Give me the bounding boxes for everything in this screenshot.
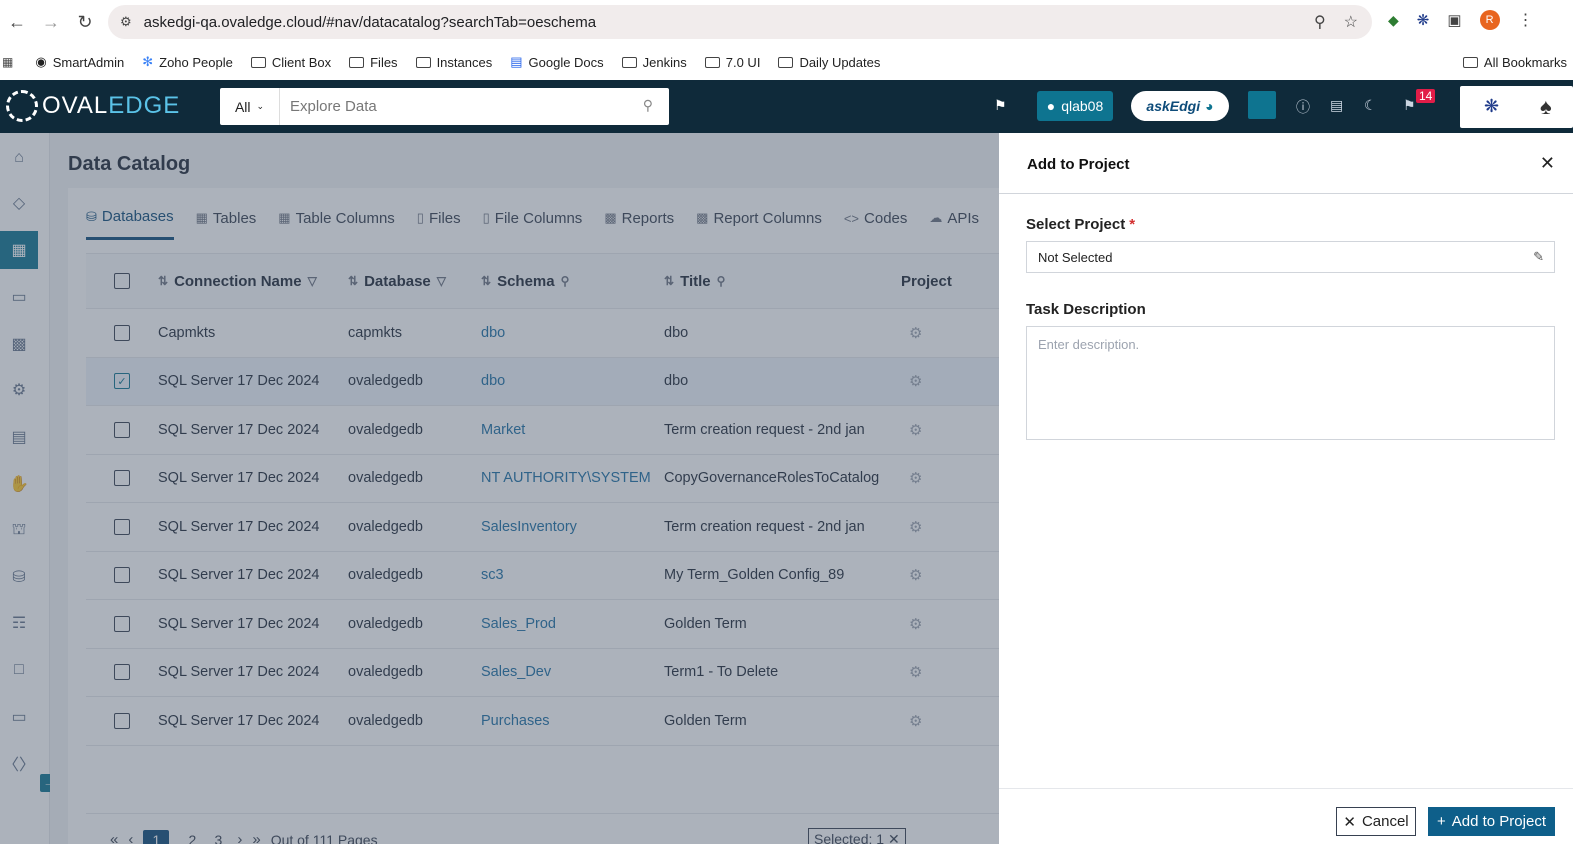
folder-icon: [704, 56, 720, 68]
flag-icon[interactable]: ⚑: [994, 97, 1007, 114]
search-scope-select[interactable]: All ⌄: [220, 88, 280, 125]
footer-divider: [999, 788, 1573, 789]
github-icon: ◉: [35, 54, 47, 69]
globe-icon: ●: [1046, 98, 1056, 114]
folder-icon: [250, 56, 266, 68]
url-text[interactable]: askedgi-qa.ovaledge.cloud/#nav/datacatal…: [144, 14, 596, 31]
address-bar[interactable]: ⚙ askedgi-qa.ovaledge.cloud/#nav/datacat…: [108, 5, 1372, 39]
dark-mode-icon[interactable]: ☾: [1364, 97, 1377, 114]
user-avatar: ♠: [1540, 94, 1552, 119]
browser-toolbar: ← → ↻ ⚙ askedgi-qa.ovaledge.cloud/#nav/d…: [0, 0, 1573, 44]
task-description-input[interactable]: [1026, 326, 1555, 440]
cancel-button[interactable]: ✕ Cancel: [1336, 807, 1416, 836]
bookmark-zoho-people[interactable]: ✻ Zoho People: [142, 54, 233, 70]
task-description-label: Task Description: [1026, 301, 1146, 318]
tasks-icon[interactable]: ▤: [1330, 97, 1343, 114]
divider: [999, 193, 1573, 194]
drawer-title: Add to Project: [1027, 156, 1130, 173]
bookmark-google-docs[interactable]: ▤ Google Docs: [510, 54, 603, 70]
select-project-label: Select Project *: [1026, 216, 1136, 233]
reload-icon[interactable]: ↻: [68, 5, 102, 39]
bookmark-daily-updates[interactable]: Daily Updates: [778, 55, 880, 70]
bell-icon[interactable]: ⚑: [1403, 97, 1416, 114]
bookmark-jenkins[interactable]: Jenkins: [621, 55, 687, 70]
back-icon[interactable]: ←: [0, 5, 34, 39]
bookmark-star-icon[interactable]: ☆: [1344, 12, 1358, 32]
apps-grid-icon[interactable]: ▦: [2, 55, 13, 69]
bookmark-client-box[interactable]: Client Box: [250, 55, 331, 70]
required-asterisk: *: [1129, 216, 1136, 233]
chevron-down-icon: ⌄: [256, 101, 265, 111]
bookmark-instances[interactable]: Instances: [415, 55, 492, 70]
zoom-icon[interactable]: ⚲: [1314, 12, 1326, 32]
folder-icon: [621, 56, 637, 68]
add-to-project-drawer: Add to Project ✕ Select Project * Not Sel…: [999, 133, 1573, 844]
search-icon[interactable]: ⚲: [643, 97, 653, 114]
zoho-icon: ✻: [142, 54, 154, 69]
folder-icon: [778, 56, 794, 68]
pencil-icon[interactable]: ✎: [1533, 249, 1544, 265]
folder-icon: [415, 56, 431, 68]
extension-shield-icon[interactable]: ◆: [1388, 12, 1399, 29]
org-logo-icon: ❋: [1484, 96, 1500, 116]
user-menu[interactable]: ❋ ♠: [1460, 86, 1573, 128]
add-to-project-button[interactable]: + Add to Project: [1428, 807, 1555, 836]
bookmark-7-0-ui[interactable]: 7.0 UI: [704, 55, 760, 70]
site-settings-icon[interactable]: ⚙: [120, 14, 132, 30]
select-project-field[interactable]: Not Selected ✎: [1026, 241, 1555, 273]
global-search: All⌄ ⚲: [220, 88, 669, 125]
monitor-icon[interactable]: [1248, 91, 1276, 119]
folder-icon: [1462, 56, 1478, 68]
extension-gear-icon[interactable]: ❋: [1417, 11, 1430, 29]
notification-badge: 14: [1416, 89, 1436, 103]
docs-icon: ▤: [510, 54, 523, 69]
bookmark-files[interactable]: Files: [349, 55, 398, 70]
forward-icon[interactable]: →: [34, 5, 68, 39]
ovaledge-logo[interactable]: OVAL EDGE: [6, 90, 180, 122]
all-bookmarks[interactable]: All Bookmarks: [1462, 55, 1567, 70]
profile-avatar[interactable]: R: [1479, 10, 1500, 30]
bookmark-smartadmin[interactable]: ◉ SmartAdmin: [35, 54, 124, 70]
help-icon[interactable]: ⓘ: [1296, 97, 1310, 117]
close-icon: ✕: [1343, 813, 1356, 831]
askedgi-icon: ◕: [1205, 98, 1214, 114]
search-input[interactable]: [280, 89, 620, 124]
modal-overlay[interactable]: [0, 133, 999, 844]
askedgi-button[interactable]: askEdgi ◕: [1131, 91, 1229, 121]
browser-menu-icon[interactable]: ⋮: [1518, 10, 1534, 30]
folder-icon: [349, 56, 365, 68]
close-icon[interactable]: ✕: [1540, 153, 1555, 174]
plus-icon: +: [1437, 813, 1446, 830]
tenant-button[interactable]: ● qlab08: [1037, 91, 1113, 121]
extensions-puzzle-icon[interactable]: ▣: [1447, 11, 1461, 29]
logo-gear-icon: [6, 90, 38, 122]
bookmarks-bar: ▦ ◉ SmartAdmin ✻ Zoho People Client Box Fi…: [0, 44, 1573, 80]
